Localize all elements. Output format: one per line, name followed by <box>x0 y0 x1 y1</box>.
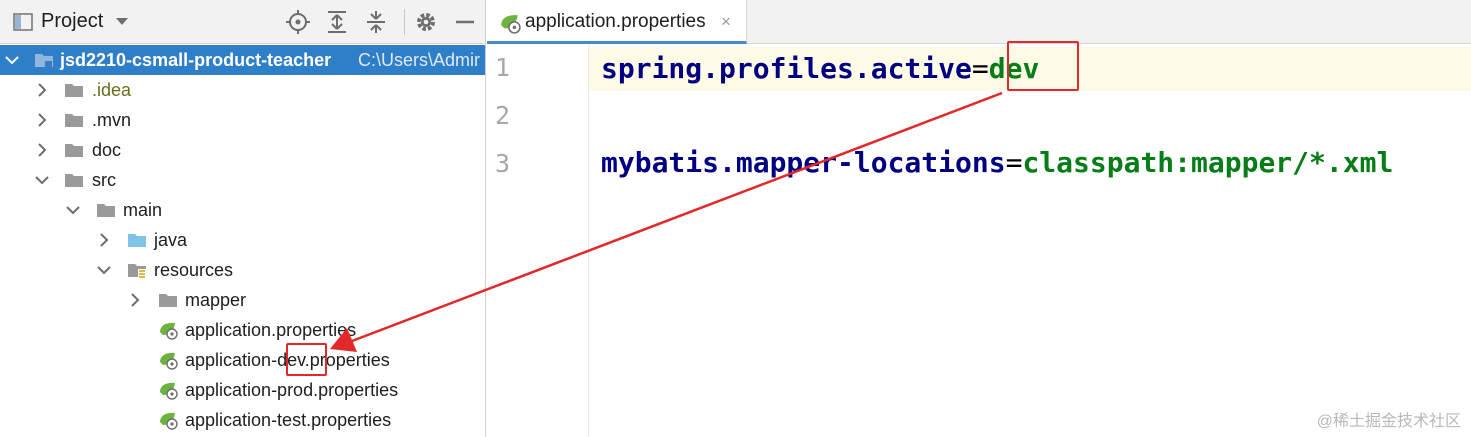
file-name-prefix: application- <box>185 350 278 370</box>
chevron-right-icon[interactable] <box>34 112 50 128</box>
tree-row-src[interactable]: src <box>0 165 485 195</box>
property-value: classpath:mapper/*.xml <box>1022 146 1394 179</box>
tree-row-application-dev-properties[interactable]: application-dev.properties <box>0 345 485 375</box>
watermark: @稀土掘金技术社区 <box>1316 413 1461 430</box>
tree-label-main: main <box>123 200 163 220</box>
minimize-icon[interactable] <box>452 9 478 35</box>
annotation-box-profile-value <box>1007 41 1079 91</box>
tree-row-doc[interactable]: doc <box>0 135 485 165</box>
chevron-right-icon[interactable] <box>127 292 143 308</box>
folder-icon <box>65 144 83 157</box>
tree-row-mvn[interactable]: .mvn <box>0 105 485 135</box>
code-line-3[interactable]: mybatis.mapper-locations=classpath:mappe… <box>601 146 1393 179</box>
line-number-gutter: 1 2 3 <box>487 45 589 437</box>
tree-row-root[interactable]: jsd2210-csmall-product-teacher C:\Users\… <box>0 45 485 75</box>
chevron-right-icon[interactable] <box>96 232 112 248</box>
tree-row-java[interactable]: java <box>0 225 485 255</box>
source-folder-icon <box>128 234 146 247</box>
chevron-down-icon[interactable] <box>4 52 20 68</box>
tree-row-main[interactable]: main <box>0 195 485 225</box>
tree-label-root: jsd2210-csmall-product-teacher <box>60 50 332 70</box>
folder-icon <box>65 84 83 97</box>
tree-row-resources[interactable]: resources <box>0 255 485 285</box>
editor-tab-bar: application.properties × <box>487 0 1471 44</box>
tree-label-resources: resources <box>154 260 234 280</box>
spring-properties-icon <box>160 382 178 400</box>
line-number: 3 <box>495 149 511 178</box>
folder-icon <box>97 204 115 217</box>
gear-icon[interactable] <box>413 9 439 35</box>
collapse-all-icon[interactable] <box>363 9 389 35</box>
tab-label: application.properties <box>525 11 706 32</box>
chevron-down-icon[interactable] <box>96 262 112 278</box>
property-equals: = <box>1005 146 1023 179</box>
resources-folder-icon <box>128 264 146 279</box>
folder-icon <box>65 174 83 187</box>
tree-label-doc: doc <box>92 140 122 160</box>
property-equals: = <box>971 52 989 85</box>
project-view-icon <box>13 13 33 31</box>
tree-label-src: src <box>92 170 116 190</box>
project-panel-title[interactable]: Project <box>41 10 103 33</box>
tree-row-application-prod-properties[interactable]: application-prod.properties <box>0 375 485 405</box>
tree-root-path: C:\Users\Admir <box>358 50 481 70</box>
code-line-1[interactable]: spring.profiles.active=dev <box>601 52 1039 85</box>
tree-label-application-test-properties: application-test.properties <box>185 410 392 430</box>
tree-label-application-prod-properties: application-prod.properties <box>185 380 399 400</box>
project-panel: Project jsd2210-csmall-product-teacher C… <box>0 0 486 437</box>
tree-label-idea: .idea <box>92 80 132 100</box>
folder-icon <box>65 114 83 127</box>
tree-row-application-test-properties[interactable]: application-test.properties <box>0 405 485 435</box>
chevron-right-icon[interactable] <box>34 82 50 98</box>
tree-row-mapper[interactable]: mapper <box>0 285 485 315</box>
tree-label-java: java <box>154 230 188 250</box>
tree-row-idea[interactable]: .idea <box>0 75 485 105</box>
spring-properties-icon <box>160 412 178 430</box>
property-key: spring.profiles.active <box>601 52 972 85</box>
chevron-down-icon[interactable] <box>34 172 50 188</box>
project-panel-header: Project <box>0 0 485 44</box>
editor-area: application.properties × 1 2 3 spring.pr… <box>487 0 1471 437</box>
spring-properties-icon <box>160 322 178 340</box>
chevron-right-icon[interactable] <box>34 142 50 158</box>
header-separator <box>404 9 405 35</box>
line-number: 2 <box>495 101 511 130</box>
tree-label-mapper: mapper <box>185 290 247 310</box>
property-key: mybatis.mapper-locations <box>601 146 1006 179</box>
spring-properties-icon <box>501 15 521 34</box>
tab-application-properties[interactable]: application.properties × <box>487 0 747 44</box>
spring-properties-icon <box>160 352 178 370</box>
locate-icon[interactable] <box>285 9 311 35</box>
module-folder-icon <box>35 54 53 68</box>
tree-label-mvn: .mvn <box>92 110 132 130</box>
folder-icon <box>159 294 177 307</box>
chevron-down-icon[interactable] <box>65 202 81 218</box>
close-icon[interactable]: × <box>721 12 731 32</box>
tree-label-application-properties: application.properties <box>185 320 357 340</box>
expand-all-icon[interactable] <box>324 9 350 35</box>
tree-row-application-properties[interactable]: application.properties <box>0 315 485 345</box>
line-number: 1 <box>495 53 511 82</box>
annotation-box-file-profile <box>286 343 327 376</box>
dropdown-arrow-icon[interactable] <box>115 17 129 27</box>
